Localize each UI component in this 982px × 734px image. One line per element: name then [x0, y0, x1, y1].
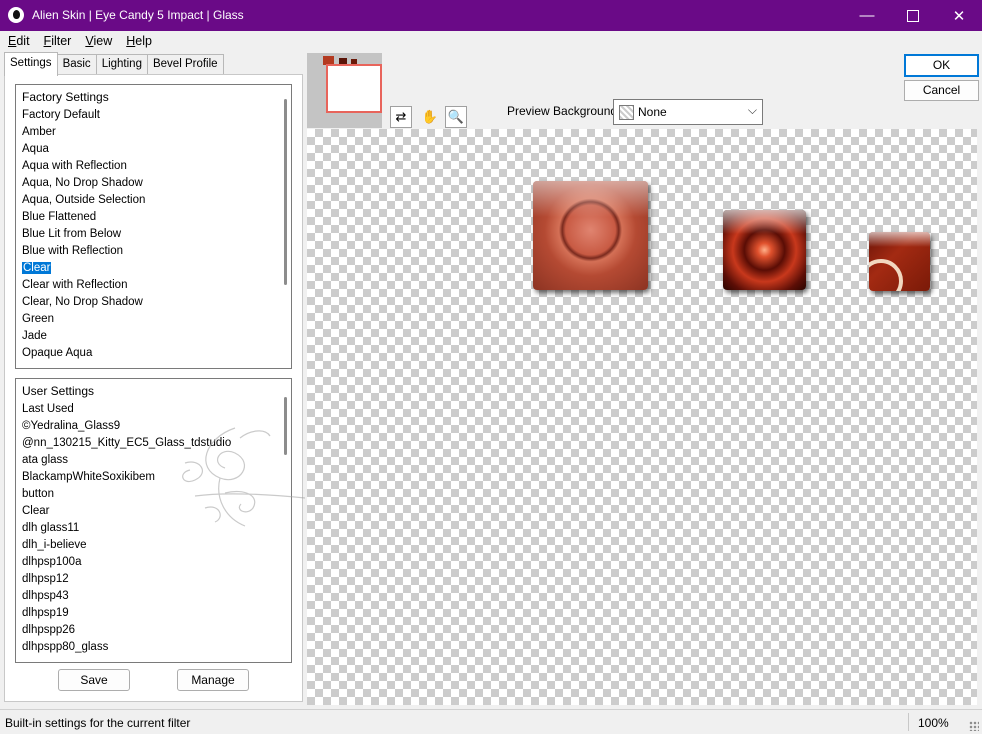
hand-tool[interactable]: ✋	[419, 106, 441, 128]
user-setting-list-item[interactable]: dlhpsp100a	[16, 554, 291, 571]
minimize-button[interactable]: —	[844, 0, 890, 31]
preview-background-label: Preview Background:	[507, 104, 621, 118]
settings-panel: Factory Settings Factory Default Amber Aqu…	[4, 74, 303, 702]
factory-setting-list-item[interactable]: Blue with Reflection	[16, 243, 291, 260]
factory-setting-list-item[interactable]: Clear, No Drop Shadow	[16, 294, 291, 311]
factory-setting-list-item[interactable]: Green	[16, 311, 291, 328]
menu-edit[interactable]: Edit	[8, 31, 30, 51]
resize-grip[interactable]	[969, 721, 979, 731]
title-bar: Alien Skin | Eye Candy 5 Impact | Glass …	[0, 0, 982, 31]
save-button[interactable]: Save	[58, 669, 130, 691]
zoom-icon: 🔍	[447, 109, 465, 124]
glass-tile-small	[869, 232, 930, 291]
user-settings-header[interactable]: User Settings	[16, 379, 291, 401]
menu-help[interactable]: Help	[126, 31, 152, 51]
factory-setting-list-item[interactable]: Blue Flattened	[16, 209, 291, 226]
hand-icon: ✋	[421, 109, 439, 124]
user-setting-list-item[interactable]: dlhpsp12	[16, 571, 291, 588]
manage-button[interactable]: Manage	[177, 669, 249, 691]
settings-tabs: Settings Basic Lighting Bevel Profile	[4, 52, 224, 76]
preview-background-select[interactable]: None ⌵	[613, 99, 763, 125]
factory-setting-list-item[interactable]: Aqua, No Drop Shadow	[16, 175, 291, 192]
toggle-preview-tool[interactable]: ⇄	[390, 106, 412, 128]
user-setting-list-item[interactable]: Last Used	[16, 401, 291, 418]
maximize-button[interactable]	[890, 0, 936, 31]
status-separator	[908, 713, 909, 731]
menu-filter[interactable]: Filter	[44, 31, 72, 51]
user-setting-list-item[interactable]: dlh_i-believe	[16, 537, 291, 554]
factory-settings-list[interactable]: Factory Settings Factory Default Amber Aqu…	[15, 84, 292, 369]
zoom-tool[interactable]: 🔍	[445, 106, 467, 128]
factory-setting-list-item[interactable]: Aqua, Outside Selection	[16, 192, 291, 209]
tab-basic[interactable]: Basic	[56, 54, 97, 74]
navigator-preview[interactable]	[307, 53, 382, 128]
status-message: Built-in settings for the current filter	[5, 716, 191, 730]
glass-tile-large	[533, 181, 648, 290]
factory-setting-list-item[interactable]: Jade	[16, 328, 291, 345]
cancel-button[interactable]: Cancel	[904, 80, 979, 101]
factory-scrollbar[interactable]	[284, 99, 287, 285]
tab-bevel-profile[interactable]: Bevel Profile	[146, 54, 224, 74]
toggle-preview-icon: ⇄	[395, 109, 407, 124]
preview-canvas[interactable]	[307, 129, 977, 705]
navigator-viewport-frame[interactable]	[326, 64, 382, 113]
preview-background-value: None	[638, 105, 667, 119]
ok-button[interactable]: OK	[904, 54, 979, 77]
close-button[interactable]: ✕	[936, 0, 982, 31]
factory-setting-list-item[interactable]: Amber	[16, 124, 291, 141]
transparent-swatch-icon	[619, 105, 634, 120]
tab-lighting[interactable]: Lighting	[95, 54, 148, 74]
user-setting-list-item[interactable]: dlhpspp80_glass	[16, 639, 291, 656]
factory-setting-list-item[interactable]: Aqua with Reflection	[16, 158, 291, 175]
zoom-level: 100%	[918, 716, 949, 730]
close-icon: ✕	[952, 7, 966, 25]
status-bar: Built-in settings for the current filter…	[0, 709, 982, 734]
factory-setting-list-item[interactable]: Aqua	[16, 141, 291, 158]
glass-tile-medium	[723, 210, 806, 290]
signature-watermark	[182, 427, 306, 527]
window-title: Alien Skin | Eye Candy 5 Impact | Glass	[32, 8, 244, 22]
menu-view[interactable]: View	[85, 31, 112, 51]
factory-setting-list-item[interactable]: Blue Lit from Below	[16, 226, 291, 243]
tab-settings[interactable]: Settings	[4, 52, 58, 76]
factory-settings-items: Factory Default Amber Aqua Aqua with Reflec…	[16, 107, 291, 362]
factory-settings-header[interactable]: Factory Settings	[16, 85, 291, 107]
minimize-icon: —	[859, 7, 875, 24]
factory-setting-list-item[interactable]: Clear	[16, 260, 291, 277]
user-setting-list-item[interactable]: dlhpspp26	[16, 622, 291, 639]
factory-setting-list-item[interactable]: Clear with Reflection	[16, 277, 291, 294]
factory-setting-list-item[interactable]: Factory Default	[16, 107, 291, 124]
chevron-down-icon: ⌵	[747, 103, 757, 117]
user-setting-list-item[interactable]: dlhpsp19	[16, 605, 291, 622]
menu-bar: Edit Filter View Help	[0, 31, 982, 51]
user-setting-list-item[interactable]: dlhpsp43	[16, 588, 291, 605]
maximize-icon	[907, 9, 919, 22]
factory-setting-list-item[interactable]: Opaque Aqua	[16, 345, 291, 362]
alien-skin-app-icon[interactable]	[8, 7, 24, 23]
